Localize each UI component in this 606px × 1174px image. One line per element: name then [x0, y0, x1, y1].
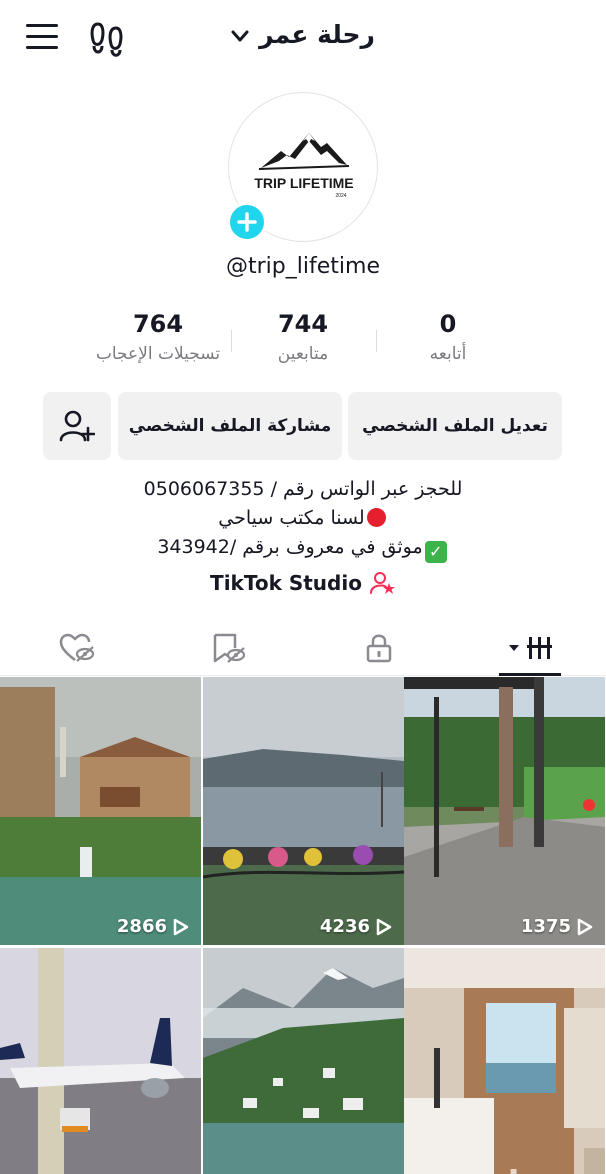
- likes-count: 764: [132, 310, 184, 338]
- likes-stat[interactable]: 764 تسجيلات الإعجاب: [78, 310, 238, 364]
- bio-line-2-wrap: لسنا مكتب سياحي: [0, 504, 606, 533]
- following-label: أتابعه: [429, 344, 467, 364]
- video-tile[interactable]: 1375: [404, 677, 605, 945]
- bookmark-hidden-icon: [213, 633, 246, 663]
- tiktok-studio-link[interactable]: TikTok Studio: [0, 570, 606, 596]
- view-count: 4236: [320, 916, 392, 937]
- bio-line-1: للحجز عبر الواتس رقم / 0506067355: [143, 478, 463, 500]
- red-circle-icon: [366, 508, 386, 527]
- lock-icon: [366, 634, 392, 663]
- video-tile[interactable]: 4236: [203, 677, 404, 945]
- account-name: رحلة عمر: [259, 20, 375, 49]
- video-tile[interactable]: [203, 948, 404, 1174]
- video-tile[interactable]: حراج: [404, 948, 605, 1174]
- view-count-value: 1375: [520, 916, 571, 937]
- active-tab-indicator: [499, 673, 561, 676]
- bio-line-2: لسنا مكتب سياحي: [218, 507, 365, 529]
- tab-videos[interactable]: [478, 620, 588, 676]
- tab-private[interactable]: [324, 620, 434, 676]
- edit-profile-button[interactable]: تعديل الملف الشخصي: [348, 392, 562, 460]
- following-stat[interactable]: 0 أتابعه: [368, 310, 528, 364]
- play-icon: [173, 918, 189, 935]
- video-thumbnail: [404, 948, 605, 1174]
- liked-hidden-icon: [59, 633, 95, 662]
- video-thumbnail: [203, 677, 404, 945]
- tab-liked[interactable]: [22, 620, 132, 676]
- view-count: 1375: [521, 916, 593, 937]
- bio-line-3-wrap: ✓موثق في معروف برقم /343942: [0, 533, 606, 563]
- videos-grid-icon: [509, 637, 552, 659]
- video-tile[interactable]: 2866: [0, 677, 201, 945]
- add-friend-button[interactable]: [43, 392, 111, 460]
- account-switcher[interactable]: رحلة عمر: [0, 20, 606, 49]
- plus-icon: [237, 212, 257, 232]
- play-icon: [376, 918, 392, 935]
- tab-favorites[interactable]: [173, 620, 283, 676]
- logo-year: 2024: [335, 193, 346, 199]
- followers-stat[interactable]: 744 متابعين: [223, 310, 383, 364]
- video-thumbnail: [0, 677, 201, 945]
- haraj-watermark: حراج: [483, 1164, 565, 1174]
- add-avatar-button[interactable]: [227, 202, 267, 242]
- following-count: 0: [439, 310, 457, 338]
- bio-line-3: موثق في معروف برقم /343942: [157, 536, 423, 558]
- studio-label: TikTok Studio: [210, 571, 362, 595]
- chevron-down-icon: [231, 30, 249, 41]
- followers-label: متابعين: [277, 344, 329, 364]
- profile-tabs: [0, 620, 606, 676]
- view-count: 2866: [117, 916, 189, 937]
- likes-label: تسجيلات الإعجاب: [95, 344, 221, 364]
- view-count-value: 4236: [319, 916, 370, 937]
- video-thumbnail: [0, 948, 201, 1174]
- video-tile[interactable]: [0, 948, 201, 1174]
- share-profile-button[interactable]: مشاركة الملف الشخصي: [118, 392, 342, 460]
- play-icon: [577, 918, 593, 935]
- logo-text: TRIP LIFETIME: [254, 175, 353, 191]
- video-thumbnail: [203, 948, 404, 1174]
- creator-star-icon: [369, 572, 395, 594]
- bio: للحجز عبر الواتس رقم / 0506067355 لسنا م…: [0, 475, 606, 563]
- add-friend-icon: [59, 410, 95, 442]
- username: @trip_lifetime: [226, 254, 380, 279]
- check-mark-icon: ✓: [424, 541, 447, 563]
- video-thumbnail: [404, 677, 605, 945]
- view-count-value: 2866: [116, 916, 167, 937]
- profile-header: رحلة عمر: [0, 0, 606, 80]
- followers-count: 744: [277, 310, 329, 338]
